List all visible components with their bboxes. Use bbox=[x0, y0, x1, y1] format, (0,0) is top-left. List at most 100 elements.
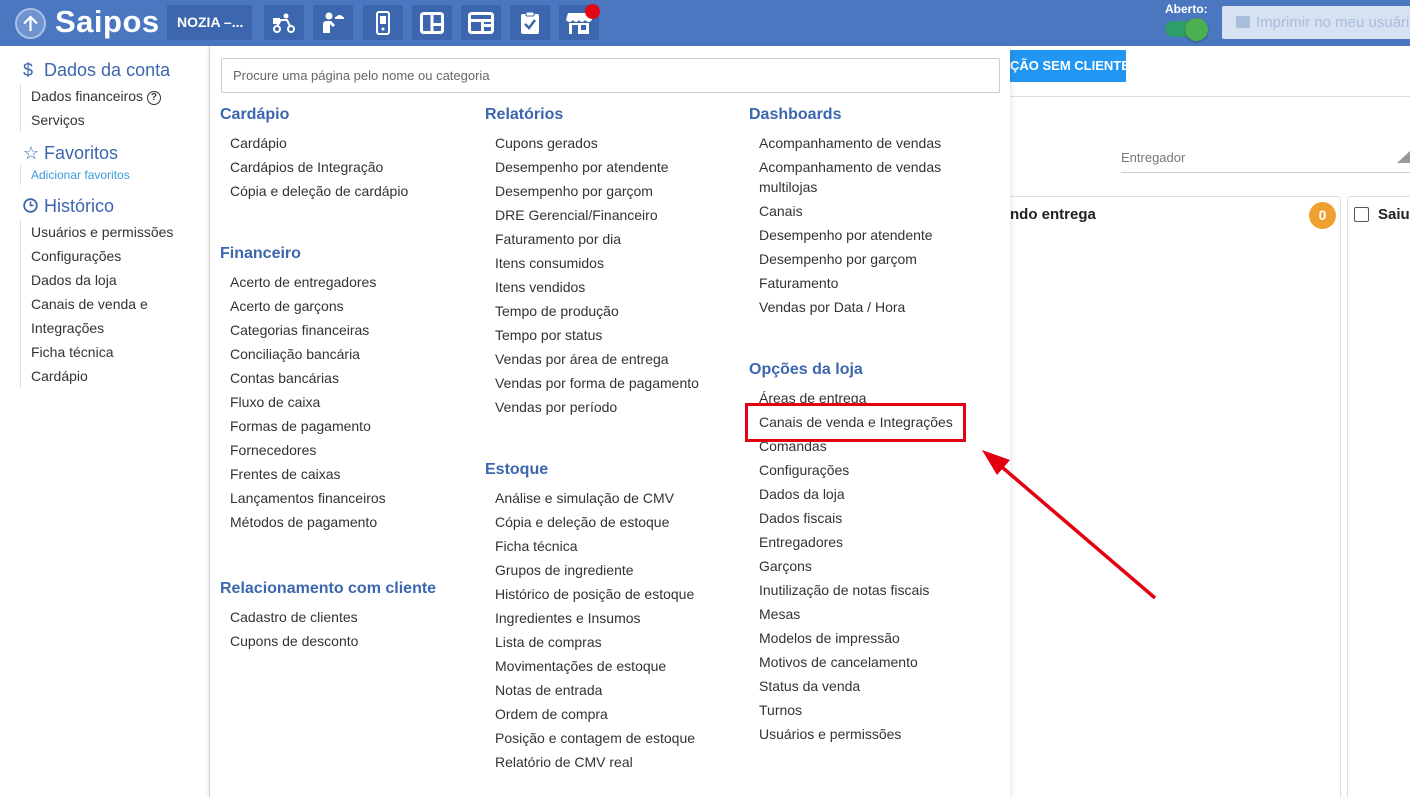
menu-link[interactable]: Desempenho por atendente bbox=[759, 223, 959, 247]
sidebar-item-label: Dados financeiros bbox=[31, 88, 144, 104]
menu-link[interactable]: Status da venda bbox=[759, 674, 953, 698]
menu-link[interactable]: Motivos de cancelamento bbox=[759, 650, 953, 674]
menu-link[interactable]: Ficha técnica bbox=[495, 534, 695, 558]
menu-link[interactable]: Ordem de compra bbox=[495, 702, 695, 726]
history-item[interactable]: Configurações bbox=[31, 244, 190, 268]
menu-link[interactable]: Ingredientes e Insumos bbox=[495, 606, 695, 630]
menu-link[interactable]: Histórico de posição de estoque bbox=[495, 582, 695, 606]
menu-link[interactable]: Tempo por status bbox=[495, 323, 699, 347]
menu-link[interactable]: Acerto de garçons bbox=[230, 294, 386, 318]
menu-link[interactable]: Acerto de entregadores bbox=[230, 270, 386, 294]
delivery-scooter-icon[interactable] bbox=[264, 5, 304, 40]
menu-link[interactable]: Acompanhamento de vendas multilojas bbox=[759, 157, 949, 197]
menu-link[interactable]: Faturamento bbox=[759, 271, 959, 295]
menu-link[interactable]: Categorias financeiras bbox=[230, 318, 386, 342]
table-layout-icon[interactable] bbox=[461, 5, 501, 40]
menu-link[interactable]: Canais bbox=[759, 199, 959, 223]
kanban-board-icon[interactable] bbox=[412, 5, 452, 40]
menu-link[interactable]: Itens vendidos bbox=[495, 275, 699, 299]
account-list: Dados financeiros ? Serviços bbox=[20, 84, 161, 132]
menu-link[interactable]: Itens consumidos bbox=[495, 251, 699, 275]
menu-link[interactable]: Métodos de pagamento bbox=[230, 510, 386, 534]
sidebar: $ Dados da conta Dados financeiros ? Ser… bbox=[10, 46, 210, 797]
menu-link[interactable]: Lista de compras bbox=[495, 630, 695, 654]
waiter-icon[interactable] bbox=[313, 5, 353, 40]
menu-link[interactable]: Tempo de produção bbox=[495, 299, 699, 323]
open-status-toggle[interactable] bbox=[1165, 18, 1209, 41]
column-title-delivery: ndo entrega bbox=[1010, 206, 1096, 223]
menu-link[interactable]: Cadastro de clientes bbox=[230, 605, 358, 629]
history-section-title: Histórico bbox=[23, 196, 114, 217]
page-search-input[interactable] bbox=[221, 58, 1000, 93]
orders-column-delivery bbox=[1000, 196, 1341, 797]
menu-link[interactable]: Acompanhamento de vendas bbox=[759, 131, 959, 155]
sidebar-item-services[interactable]: Serviços bbox=[31, 108, 161, 132]
menu-link[interactable]: Cupons de desconto bbox=[230, 629, 358, 653]
menu-link[interactable]: Fluxo de caixa bbox=[230, 390, 386, 414]
menu-link[interactable]: Contas bancárias bbox=[230, 366, 386, 390]
menu-link[interactable]: Relatório de CMV real bbox=[495, 750, 695, 774]
menu-link[interactable]: Análise e simulação de CMV bbox=[495, 486, 695, 510]
clipboard-check-icon[interactable] bbox=[510, 5, 550, 40]
favorites-section-label: Favoritos bbox=[44, 143, 119, 163]
menu-link[interactable]: Cópia e deleção de cardápio bbox=[230, 179, 408, 203]
menu-link[interactable]: Desempenho por garçom bbox=[495, 179, 699, 203]
menu-link[interactable]: Frentes de caixas bbox=[230, 462, 386, 486]
menu-link[interactable]: Configurações bbox=[759, 458, 953, 482]
history-item[interactable]: Ficha técnica bbox=[31, 340, 190, 364]
history-item[interactable]: Cardápio bbox=[31, 364, 190, 388]
menu-link[interactable]: Movimentações de estoque bbox=[495, 654, 695, 678]
menu-link[interactable]: DRE Gerencial/Financeiro bbox=[495, 203, 699, 227]
menu-link[interactable]: Turnos bbox=[759, 698, 953, 722]
column-title-out: Saiu bbox=[1378, 206, 1410, 223]
menu-link[interactable]: Posição e contagem de estoque bbox=[495, 726, 695, 750]
history-item[interactable]: Usuários e permissões bbox=[31, 220, 190, 244]
print-button[interactable]: Imprimir no meu usuário bbox=[1222, 6, 1410, 39]
history-item[interactable]: Canais de venda e Integrações bbox=[31, 292, 156, 340]
menu-link[interactable]: Grupos de ingrediente bbox=[495, 558, 695, 582]
help-icon[interactable]: ? bbox=[146, 91, 161, 105]
menu-link[interactable]: Faturamento por dia bbox=[495, 227, 699, 251]
sidebar-item-financial-data[interactable]: Dados financeiros ? bbox=[31, 84, 161, 108]
menu-link[interactable]: Dados da loja bbox=[759, 482, 953, 506]
menu-link[interactable]: Cardápio bbox=[230, 131, 408, 155]
menu-link[interactable]: Lançamentos financeiros bbox=[230, 486, 386, 510]
menu-link[interactable]: Inutilização de notas fiscais bbox=[759, 578, 953, 602]
menu-link[interactable]: Entregadores bbox=[759, 530, 953, 554]
menu-link[interactable]: Vendas por período bbox=[495, 395, 699, 419]
menu-link[interactable]: Cupons gerados bbox=[495, 131, 699, 155]
menu-link[interactable]: Cardápios de Integração bbox=[230, 155, 408, 179]
printer-icon bbox=[1236, 16, 1250, 28]
category-title-relatorios: Relatórios bbox=[485, 106, 564, 123]
add-favorites-link[interactable]: Adicionar favoritos bbox=[31, 165, 130, 185]
menu-link[interactable]: Desempenho por atendente bbox=[495, 155, 699, 179]
column-count-badge: 0 bbox=[1309, 202, 1336, 229]
history-list: Usuários e permissões Configurações Dado… bbox=[20, 220, 190, 388]
order-without-client-button[interactable]: ÇÃO SEM CLIENTE bbox=[1005, 50, 1126, 82]
menu-link[interactable]: Formas de pagamento bbox=[230, 414, 386, 438]
menu-link[interactable]: Cópia e deleção de estoque bbox=[495, 510, 695, 534]
menu-link[interactable]: Vendas por forma de pagamento bbox=[495, 371, 699, 395]
phone-order-icon[interactable] bbox=[363, 5, 403, 40]
store-selector[interactable]: NOZIA –... bbox=[167, 5, 252, 40]
menu-link[interactable]: Fornecedores bbox=[230, 438, 386, 462]
menu-link[interactable]: Vendas por área de entrega bbox=[495, 347, 699, 371]
menu-link[interactable]: Usuários e permissões bbox=[759, 722, 953, 746]
logo[interactable]: Saipos bbox=[55, 4, 160, 40]
menu-link[interactable]: Garçons bbox=[759, 554, 953, 578]
financeiro-list: Acerto de entregadores Acerto de garçons C… bbox=[230, 270, 386, 534]
menu-link[interactable]: Vendas por Data / Hora bbox=[759, 295, 959, 319]
notification-dot bbox=[585, 4, 600, 19]
menu-link[interactable]: Mesas bbox=[759, 602, 953, 626]
menu-link[interactable]: Conciliação bancária bbox=[230, 342, 386, 366]
back-to-top-button[interactable] bbox=[15, 8, 46, 39]
top-bar: Saipos NOZIA –... Aberto: Imprimir no me… bbox=[0, 0, 1410, 46]
category-title-relacionamento: Relacionamento com cliente bbox=[220, 580, 437, 597]
menu-link[interactable]: Modelos de impressão bbox=[759, 626, 953, 650]
history-item[interactable]: Dados da loja bbox=[31, 268, 190, 292]
select-all-checkbox[interactable] bbox=[1354, 207, 1369, 222]
entregador-select[interactable]: Entregador bbox=[1121, 150, 1410, 173]
menu-link[interactable]: Desempenho por garçom bbox=[759, 247, 959, 271]
menu-link[interactable]: Notas de entrada bbox=[495, 678, 695, 702]
menu-link[interactable]: Dados fiscais bbox=[759, 506, 953, 530]
